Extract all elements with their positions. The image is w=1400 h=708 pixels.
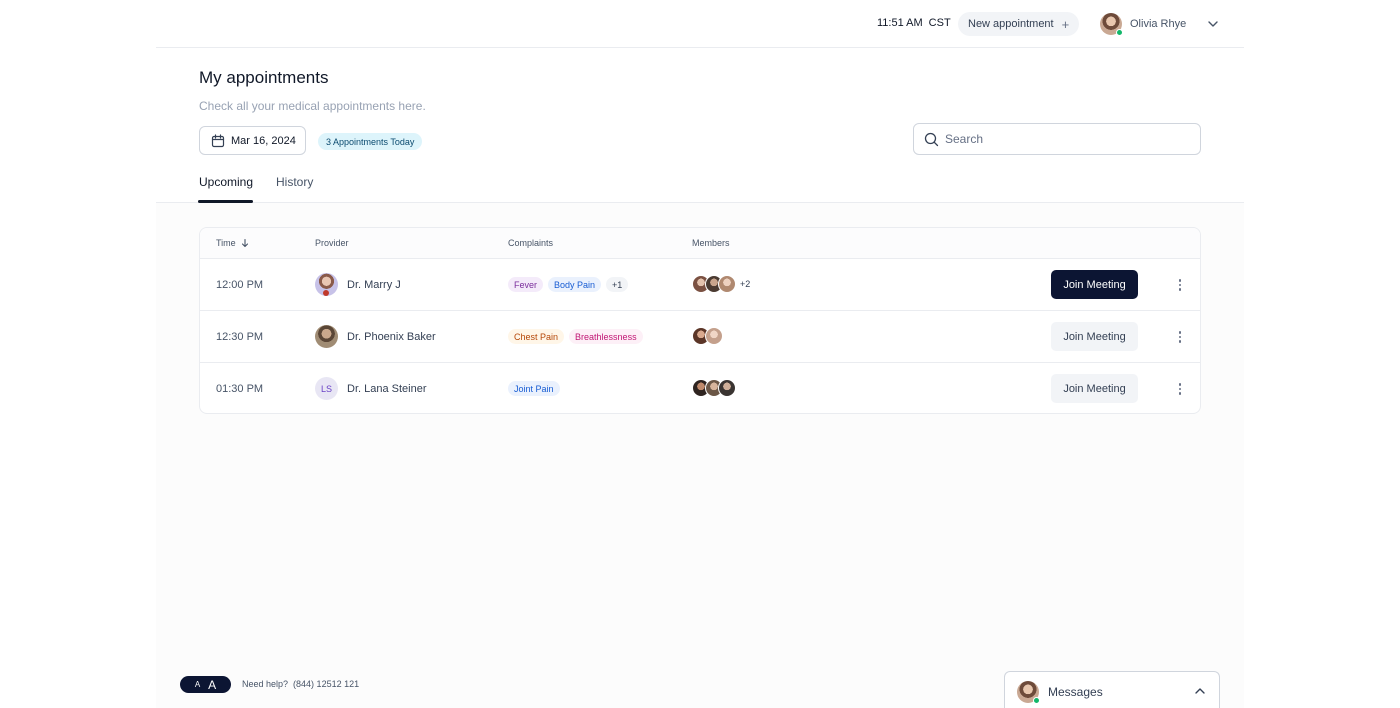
members-cell [692, 327, 723, 345]
date-picker-button[interactable]: Mar 16, 2024 [199, 126, 306, 155]
more-vertical-icon[interactable] [1172, 381, 1188, 397]
plus-icon: + [1061, 16, 1070, 32]
messages-panel-toggle[interactable]: Messages [1004, 671, 1220, 708]
provider-cell: Dr. Marry J [315, 273, 401, 296]
user-avatar [1100, 13, 1123, 36]
chevron-up-icon[interactable] [1193, 684, 1207, 698]
member-avatar [718, 275, 736, 293]
provider-name: Dr. Marry J [347, 278, 401, 291]
provider-avatar [315, 325, 338, 348]
clock-time: 11:51 AM [877, 17, 923, 29]
search-input[interactable] [945, 132, 1185, 146]
column-header-complaints: Complaints [508, 238, 554, 248]
provider-avatar [315, 273, 338, 296]
provider-initials-avatar: LS [315, 377, 338, 400]
appointment-time: 12:30 PM [216, 331, 264, 343]
user-menu[interactable]: Olivia Rhye [1100, 12, 1186, 36]
join-meeting-button[interactable]: Join Meeting [1051, 322, 1138, 351]
active-tab-indicator [198, 200, 253, 203]
table-row: 01:30 PM LS Dr. Lana Steiner Joint Pain … [200, 363, 1200, 413]
chevron-down-icon[interactable] [1206, 17, 1220, 31]
top-bar: 11:51 AM CST New appointment + Olivia Rhy… [156, 0, 1244, 48]
column-header-provider: Provider [315, 238, 349, 248]
table-row: 12:30 PM Dr. Phoenix Baker Chest Pain Br… [200, 311, 1200, 363]
appointment-time: 12:00 PM [216, 279, 264, 291]
complaint-tag: Body Pain [548, 277, 602, 292]
join-meeting-button[interactable]: Join Meeting [1051, 270, 1138, 299]
new-appointment-button[interactable]: New appointment + [958, 12, 1080, 36]
table-header: Time Provider Complaints Members [200, 228, 1200, 259]
tab-bar: Upcoming History [156, 164, 1244, 203]
complaints-cell: Fever Body Pain +1 [508, 277, 629, 292]
column-header-time[interactable]: Time [216, 238, 250, 248]
complaint-tag: Joint Pain [508, 381, 560, 396]
tab-history[interactable]: History [276, 175, 313, 189]
complaint-more-tag[interactable]: +1 [606, 277, 629, 292]
calendar-icon [211, 133, 225, 147]
members-cell [692, 379, 736, 397]
column-header-time-label: Time [216, 238, 236, 248]
members-more-count[interactable]: +2 [740, 279, 750, 289]
provider-cell: Dr. Phoenix Baker [315, 325, 436, 348]
complaint-tag: Breathlessness [569, 329, 643, 344]
member-avatar [718, 379, 736, 397]
messages-avatar [1017, 680, 1040, 704]
page-subtitle: Check all your medical appointments here… [199, 99, 426, 113]
date-label: Mar 16, 2024 [231, 134, 296, 147]
app-frame: 11:51 AM CST New appointment + Olivia Rhy… [156, 0, 1244, 708]
clock: 11:51 AM CST [877, 17, 951, 29]
complaint-tag: Fever [508, 277, 544, 292]
complaints-cell: Joint Pain [508, 381, 560, 396]
appointments-count-badge: 3 Appointments Today [318, 133, 423, 150]
search-field[interactable] [913, 123, 1201, 155]
clock-timezone: CST [928, 17, 951, 29]
appointments-table: Time Provider Complaints Members 12:00 P… [199, 227, 1201, 414]
page-title: My appointments [199, 68, 329, 87]
messages-label: Messages [1048, 684, 1103, 699]
join-meeting-button[interactable]: Join Meeting [1051, 374, 1138, 403]
font-size-small[interactable]: A [195, 680, 200, 689]
provider-cell: LS Dr. Lana Steiner [315, 377, 427, 400]
online-status-dot [1033, 696, 1040, 704]
help-phone[interactable]: (844) 12512 121 [293, 679, 359, 689]
provider-name: Dr. Phoenix Baker [347, 330, 436, 343]
table-row: 12:00 PM Dr. Marry J Fever Body Pain +1 … [200, 259, 1200, 311]
font-size-large[interactable]: A [208, 678, 216, 692]
search-icon [924, 132, 939, 146]
font-size-toggle[interactable]: A A [180, 676, 231, 693]
complaint-tag: Chest Pain [508, 329, 565, 344]
appointment-time: 01:30 PM [216, 383, 264, 395]
more-vertical-icon[interactable] [1172, 329, 1188, 345]
members-cell: +2 [692, 275, 750, 293]
tab-upcoming[interactable]: Upcoming [199, 175, 253, 189]
help-label: Need help? [242, 679, 289, 689]
user-name: Olivia Rhye [1130, 18, 1187, 30]
help-contact: Need help? (844) 12512 121 [242, 679, 359, 689]
online-status-dot [1116, 29, 1123, 36]
provider-name: Dr. Lana Steiner [347, 382, 427, 395]
member-avatar [705, 327, 723, 345]
column-header-members: Members [692, 238, 730, 248]
more-vertical-icon[interactable] [1172, 277, 1188, 293]
new-appointment-label: New appointment [968, 18, 1054, 30]
arrow-down-icon [241, 238, 248, 248]
complaints-cell: Chest Pain Breathlessness [508, 329, 643, 344]
